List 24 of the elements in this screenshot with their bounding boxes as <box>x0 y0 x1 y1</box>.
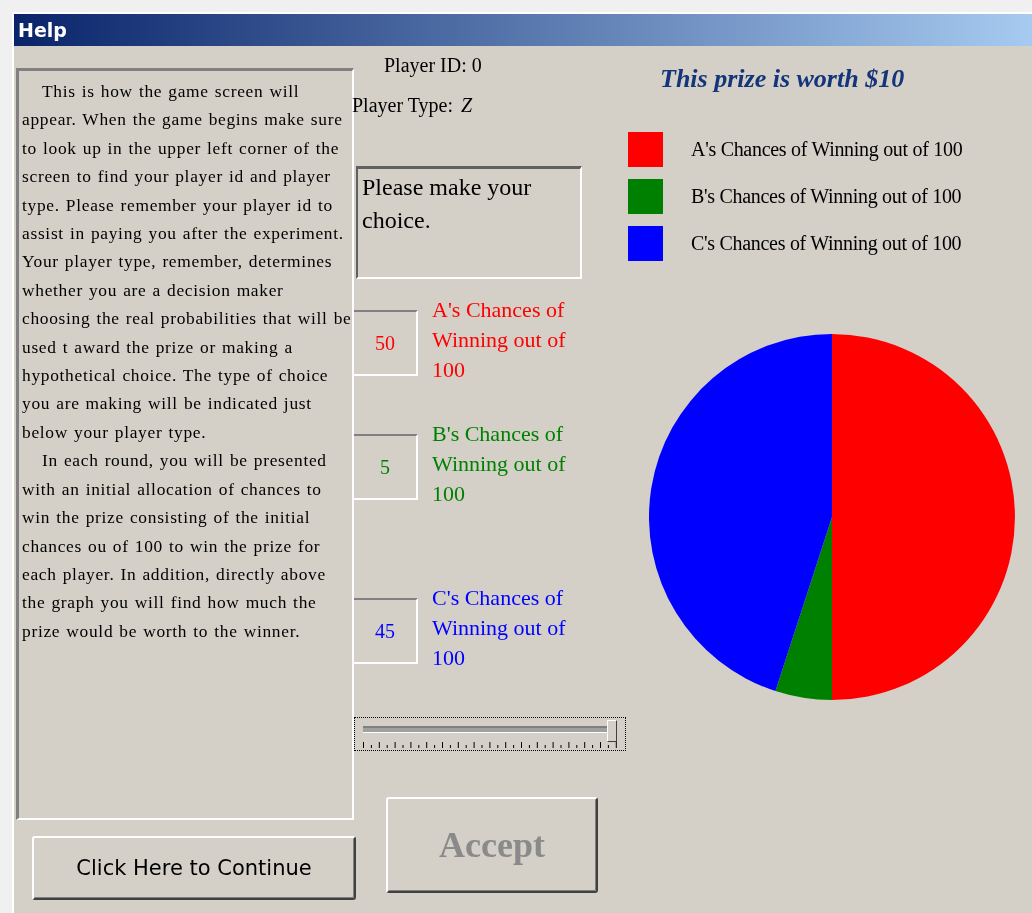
tick-marks-icon <box>363 740 619 748</box>
help-paragraph: In each round, you will be presented with an initial allocation of chances to win the prize consisting of the initial chances ou of 100 to win the prize for each player. In addition, directly above the graph you will find how much the prize would be worth to the winner. <box>22 449 328 643</box>
continue-button[interactable]: Click Here to Continue <box>32 836 356 900</box>
legend-swatch <box>628 132 663 167</box>
chance-value-field[interactable]: 45 <box>354 598 418 664</box>
player-id: Player ID: 0 <box>383 53 483 79</box>
legend-swatch <box>628 226 663 261</box>
legend-label: A's Chances of Winning out of 100 <box>691 138 963 161</box>
chance-value-field[interactable]: 5 <box>354 434 418 500</box>
window-title: Help <box>14 14 1032 46</box>
chance-label: A's Chances of Winning out of 100 <box>432 296 567 384</box>
prize-title: This prize is worth $10 <box>659 63 906 95</box>
slider[interactable] <box>354 717 626 751</box>
help-paragraph: This is how the game screen will appear. When the game begins make sure to look up in the upper left corner of the screen to find your player id and player type. Please remember your player id to assist in paying you after the experiment. Your player type, remember, determines whether you are a decision maker choosing the real probabilities that will be used t award the prize or making a hypothetical choice. The type of choice you are making will be indicated just below your player type. <box>22 80 352 444</box>
legend-label: C's Chances of Winning out of 100 <box>691 232 962 255</box>
legend-swatch <box>628 179 663 214</box>
message-box: Please make your choice. <box>356 166 582 279</box>
slider-thumb[interactable] <box>606 720 617 742</box>
player-type-label: Player Type: <box>352 94 453 119</box>
legend-label: B's Chances of Winning out of 100 <box>691 185 962 208</box>
chance-value-field[interactable]: 50 <box>354 310 418 376</box>
chance-label: B's Chances of Winning out of 100 <box>432 420 567 508</box>
chance-label: C's Chances of Winning out of 100 <box>432 584 567 672</box>
player-type-value: Z <box>461 94 473 118</box>
